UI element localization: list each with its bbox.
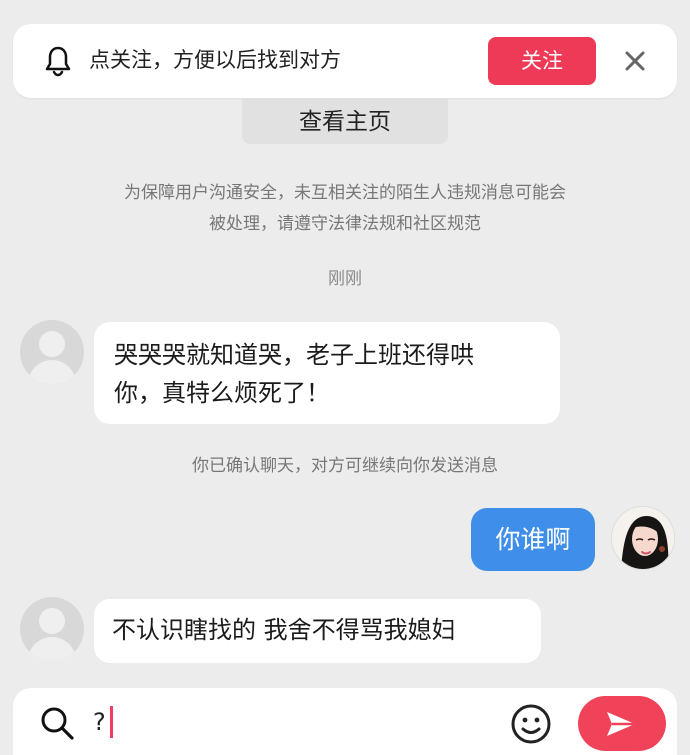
chat-confirmed-status: 你已确认聊天，对方可继续向你发送消息 [192,456,498,476]
message-composer: ? [13,688,677,755]
safety-notice-line-2: 被处理，请遵守法律法规和社区规范 [209,214,481,234]
incoming-message-line-2: 你，真特么烦死了！ [114,379,330,407]
sender-avatar-2[interactable] [20,597,84,661]
emoji-icon[interactable] [508,701,554,747]
search-icon[interactable] [38,704,76,742]
bell-icon [45,46,71,77]
my-avatar[interactable] [611,506,675,570]
view-profile-label[interactable]: 查看主页 [0,105,690,139]
incoming-message-line-1: 哭哭哭就知道哭，老子上班还得哄 [114,341,474,369]
safety-notice-line-1: 为保障用户沟通安全，未互相关注的陌生人违规消息可能会 [124,183,566,203]
message-time: 刚刚 [328,269,362,289]
message-input[interactable]: ? [93,706,106,738]
follow-banner: 点关注，方便以后找到对方 关注 [13,24,677,98]
send-icon [607,712,635,736]
incoming-message-bubble-2[interactable]: 不认识瞎找的 我舍不得骂我媳妇 [94,599,541,663]
outgoing-message-bubble[interactable]: 你谁啊 [471,508,595,571]
user-photo-icon [612,507,674,569]
safety-notice: 为保障用户沟通安全，未互相关注的陌生人违规消息可能会 被处理，请遵守法律法规和社… [65,178,625,240]
follow-prompt-text: 点关注，方便以后找到对方 [89,48,341,72]
sender-avatar[interactable] [20,320,84,384]
text-caret [110,706,113,738]
close-icon[interactable] [620,46,650,76]
follow-button[interactable]: 关注 [488,37,596,85]
incoming-message-bubble[interactable]: 哭哭哭就知道哭，老子上班还得哄 你，真特么烦死了！ [94,322,560,424]
send-button[interactable] [578,696,666,751]
